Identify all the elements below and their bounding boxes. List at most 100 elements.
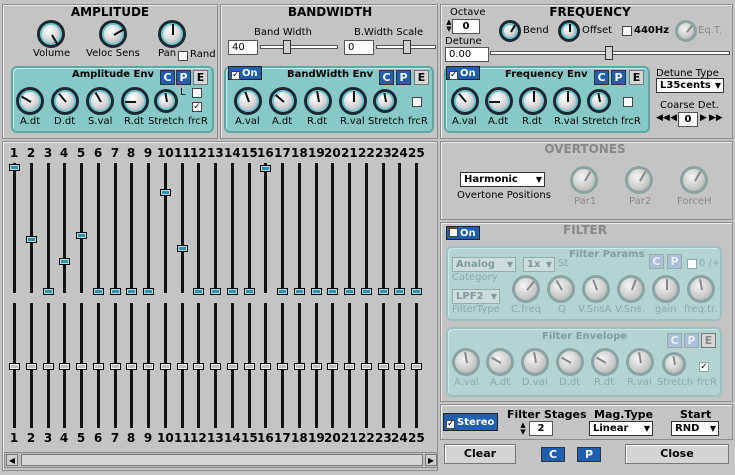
magnitude-slider-thumb[interactable] [9, 164, 20, 171]
scroll-right-icon[interactable]: ▶ [425, 454, 437, 466]
bandwidth-slider-thumb[interactable] [394, 363, 405, 370]
magnitude-slider-thumb[interactable] [143, 288, 154, 295]
bw-env-paste-button[interactable]: P [396, 70, 411, 85]
filter-env-aval-knob[interactable] [452, 348, 480, 376]
bandwidth-slider-thumb[interactable] [378, 363, 389, 370]
magnitude-slider-thumb[interactable] [76, 232, 87, 239]
magnitude-slider-thumb[interactable] [260, 165, 271, 172]
magnitude-slider-track[interactable] [331, 163, 334, 293]
magnitude-slider-track[interactable] [130, 163, 133, 293]
magnitude-slider-thumb[interactable] [193, 288, 204, 295]
magnitude-slider-thumb[interactable] [311, 288, 322, 295]
eqt-knob[interactable] [675, 20, 697, 42]
magnitude-slider-track[interactable] [315, 163, 318, 293]
bandwidth-slider-thumb[interactable] [227, 363, 238, 370]
bandwidth-slider-thumb[interactable] [311, 363, 322, 370]
amp-env-linear-checkbox[interactable] [192, 88, 202, 98]
harmonics-copy-button[interactable]: C [541, 447, 565, 462]
magnitude-slider-track[interactable] [264, 163, 267, 293]
magnitude-slider-track[interactable] [382, 163, 385, 293]
magnitude-slider-thumb[interactable] [126, 288, 137, 295]
filter-gain-knob[interactable] [652, 275, 680, 303]
magnitude-slider-track[interactable] [214, 163, 217, 293]
magnitude-slider-thumb[interactable] [294, 288, 305, 295]
bandwidth-slider-thumb[interactable] [76, 363, 87, 370]
coarse-det-value[interactable]: 0 [678, 112, 698, 127]
bw-env-edit-button[interactable]: E [414, 70, 429, 85]
freq-stretch-knob[interactable] [587, 89, 611, 113]
freq-env-on-toggle[interactable]: ✓ On [446, 66, 480, 80]
offset-knob[interactable] [558, 20, 580, 42]
filter-env-copy-button[interactable]: C [667, 333, 682, 348]
rand-checkbox[interactable] [178, 51, 188, 61]
pan-knob[interactable] [158, 20, 186, 48]
filter-env-dval-knob[interactable] [521, 348, 549, 376]
filter-on-toggle[interactable]: On [446, 226, 480, 240]
freq-env-copy-button[interactable]: C [594, 70, 609, 85]
440hz-checkbox[interactable] [622, 26, 632, 36]
magnitude-slider-track[interactable] [415, 163, 418, 293]
band-width-slider[interactable] [260, 40, 338, 54]
magnitude-slider-thumb[interactable] [43, 288, 54, 295]
coarse-det-down-icon[interactable]: ◀ [670, 113, 677, 123]
magnitude-slider-track[interactable] [164, 163, 167, 293]
freq-env-edit-button[interactable]: E [629, 70, 644, 85]
bandwidth-slider-thumb[interactable] [126, 363, 137, 370]
freq-aval-knob[interactable] [451, 87, 479, 115]
amp-env-copy-button[interactable]: C [160, 70, 175, 85]
bw-scale-thumb[interactable] [403, 40, 411, 54]
filter-env-edit-button[interactable]: E [701, 333, 716, 348]
magnitude-slider-thumb[interactable] [411, 288, 422, 295]
magnitude-slider-track[interactable] [231, 163, 234, 293]
magnitude-slider-thumb[interactable] [160, 189, 171, 196]
filter-category-select[interactable]: Analog [452, 257, 516, 272]
bandwidth-slider-thumb[interactable] [9, 363, 20, 370]
scroll-thumb[interactable] [21, 454, 423, 466]
bw-aval-knob[interactable] [234, 87, 262, 115]
magnitude-slider-thumb[interactable] [93, 288, 104, 295]
freq-rdt-knob[interactable] [519, 87, 547, 115]
filter-q-knob[interactable] [547, 275, 575, 303]
bw-rval-knob[interactable] [339, 87, 367, 115]
magnitude-slider-track[interactable] [13, 163, 16, 293]
coarse-det-up-icon[interactable]: ▶ [700, 113, 707, 123]
bandwidth-slider-thumb[interactable] [327, 363, 338, 370]
par1-knob[interactable] [570, 166, 598, 194]
filter-env-ddt-knob[interactable] [556, 348, 584, 376]
amp-frcr-checkbox[interactable]: ✓ [192, 102, 202, 112]
bandwidth-slider-thumb[interactable] [193, 363, 204, 370]
bandwidth-slider-thumb[interactable] [361, 363, 372, 370]
filter-stages-mult-select[interactable]: 1x [523, 257, 555, 272]
bandwidth-slider-thumb[interactable] [411, 363, 422, 370]
magnitude-slider-thumb[interactable] [277, 288, 288, 295]
bandwidth-slider-thumb[interactable] [244, 363, 255, 370]
freq-frcr-checkbox[interactable] [623, 97, 633, 107]
band-width-thumb[interactable] [283, 40, 291, 54]
magnitude-slider-track[interactable] [348, 163, 351, 293]
filter-cfreq-knob[interactable] [512, 275, 540, 303]
magnitude-slider-track[interactable] [97, 163, 100, 293]
magnitude-slider-thumb[interactable] [26, 236, 37, 243]
veloc-sens-knob[interactable] [99, 20, 127, 48]
stereo-toggle[interactable]: ✓ Stereo [443, 413, 499, 431]
coarse-det-fast-down-icon[interactable]: ◀◀ [656, 113, 670, 123]
filter-env-rval-knob[interactable] [626, 348, 654, 376]
detune-thumb[interactable] [605, 46, 613, 60]
bandwidth-slider-thumb[interactable] [260, 363, 271, 370]
harmonics-paste-button[interactable]: P [577, 447, 601, 462]
bandwidth-slider-thumb[interactable] [110, 363, 121, 370]
freq-adt-knob[interactable] [485, 87, 513, 115]
magnitude-slider-thumb[interactable] [227, 288, 238, 295]
magnitude-slider-thumb[interactable] [244, 288, 255, 295]
coarse-det-fast-up-icon[interactable]: ▶▶ [709, 113, 723, 123]
bandwidth-slider-thumb[interactable] [160, 363, 171, 370]
start-select[interactable]: RND [671, 421, 719, 436]
clear-button[interactable]: Clear [444, 444, 516, 464]
magnitude-slider-track[interactable] [63, 163, 66, 293]
freq-rval-knob[interactable] [553, 87, 581, 115]
filter-type-select[interactable]: LPF2 [452, 289, 500, 304]
bandwidth-slider-thumb[interactable] [43, 363, 54, 370]
magnitude-slider-track[interactable] [147, 163, 150, 293]
amp-rdt-knob[interactable] [121, 87, 149, 115]
filter-env-frcr-checkbox[interactable]: ✓ [699, 362, 709, 372]
